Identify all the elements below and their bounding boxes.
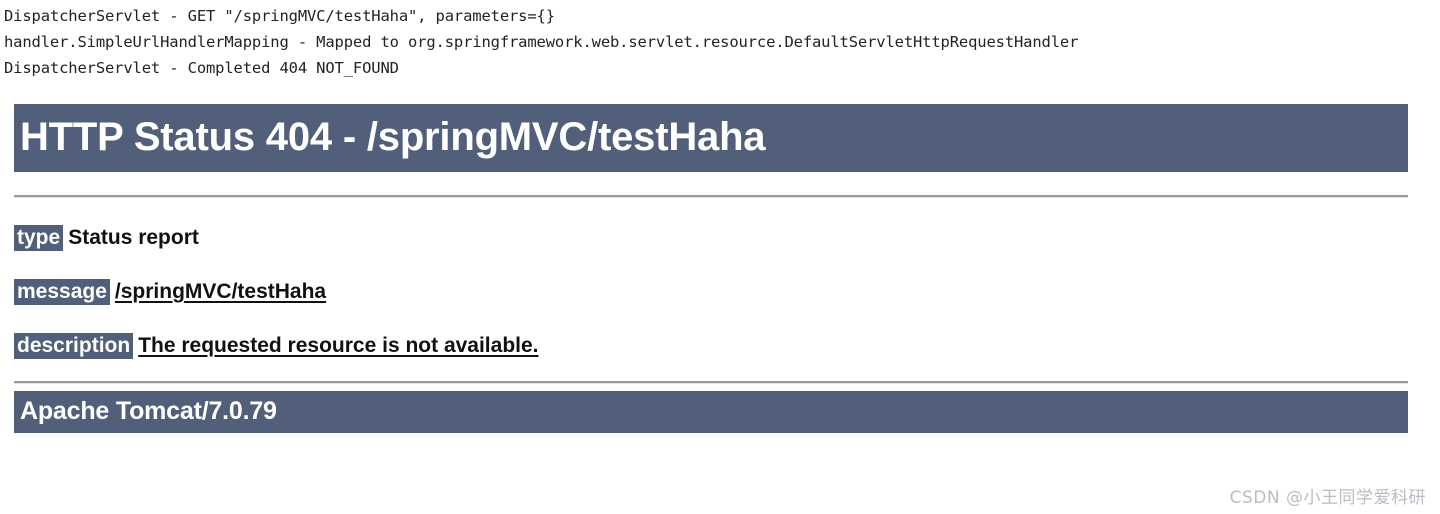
csdn-watermark: CSDN @小王同学爱科研 [1229, 488, 1426, 508]
error-page-content: HTTP Status 404 - /springMVC/testHaha [14, 104, 1408, 172]
divider-top [14, 195, 1408, 198]
error-page-footer: Apache Tomcat/7.0.79 [14, 391, 1408, 433]
detail-value-type: Status report [68, 226, 199, 249]
detail-label-message: message [14, 279, 110, 305]
detail-value-message: /springMVC/testHaha [114, 280, 327, 303]
console-log-output: DispatcherServlet - GET "/springMVC/test… [4, 3, 1436, 81]
log-line: handler.SimpleUrlHandlerMapping - Mapped… [4, 33, 1079, 51]
http-status-header: HTTP Status 404 - /springMVC/testHaha [14, 104, 1408, 172]
detail-label-description: description [14, 333, 134, 359]
detail-value-description: The requested resource is not available. [138, 334, 539, 357]
tomcat-error-page: HTTP Status 404 - /springMVC/testHaha ty… [0, 104, 1440, 433]
log-line: DispatcherServlet - Completed 404 NOT_FO… [4, 59, 399, 77]
server-version-footer: Apache Tomcat/7.0.79 [14, 391, 1408, 433]
detail-row-type: type Status report [0, 225, 1440, 251]
detail-row-message: message/springMVC/testHaha [0, 279, 1440, 305]
divider-bottom [14, 381, 1408, 384]
detail-row-description: description The requested resource is not… [0, 333, 1440, 359]
log-line: DispatcherServlet - GET "/springMVC/test… [4, 7, 555, 25]
detail-label-type: type [14, 225, 64, 251]
